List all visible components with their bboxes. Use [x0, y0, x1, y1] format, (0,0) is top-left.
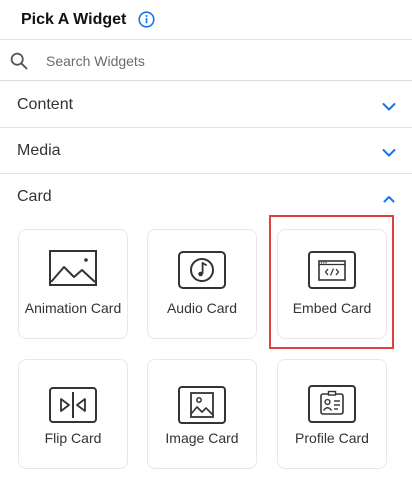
search-icon: [10, 52, 28, 70]
chevron-down-icon[interactable]: [382, 99, 396, 111]
card-label: Image Card: [165, 430, 239, 446]
section-label-content: Content: [17, 95, 74, 113]
search-bar: [0, 41, 412, 81]
widget-card-image[interactable]: Image Card: [147, 359, 257, 469]
section-label-card: Card: [17, 188, 52, 205]
chevron-down-icon[interactable]: [382, 145, 396, 157]
search-input[interactable]: [46, 50, 386, 72]
card-label: Embed Card: [292, 300, 372, 316]
chevron-up-icon[interactable]: [382, 191, 396, 203]
image-icon: [178, 386, 226, 429]
flip-icon: [49, 387, 97, 428]
image-landscape-icon: [49, 250, 97, 291]
card-label: Animation Card: [24, 300, 122, 316]
section-media[interactable]: Media: [0, 128, 412, 174]
music-note-icon: [178, 251, 226, 294]
widget-card-animation[interactable]: Animation Card: [18, 229, 128, 339]
info-icon[interactable]: [138, 11, 155, 28]
code-window-icon: [308, 251, 356, 294]
panel-header: Pick A Widget: [0, 0, 412, 40]
id-card-icon: [308, 385, 356, 428]
widget-card-profile[interactable]: Profile Card: [277, 359, 387, 469]
widget-card-flip[interactable]: Flip Card: [18, 359, 128, 469]
widget-card-embed[interactable]: Embed Card: [277, 229, 387, 339]
section-label-media: Media: [17, 141, 61, 159]
card-label: Flip Card: [44, 430, 102, 446]
section-content[interactable]: Content: [0, 82, 412, 128]
widget-card-audio[interactable]: Audio Card: [147, 229, 257, 339]
card-label: Profile Card: [295, 430, 369, 446]
section-card[interactable]: Card: [0, 174, 412, 220]
panel-title: Pick A Widget: [21, 10, 127, 28]
card-label: Audio Card: [166, 300, 238, 316]
